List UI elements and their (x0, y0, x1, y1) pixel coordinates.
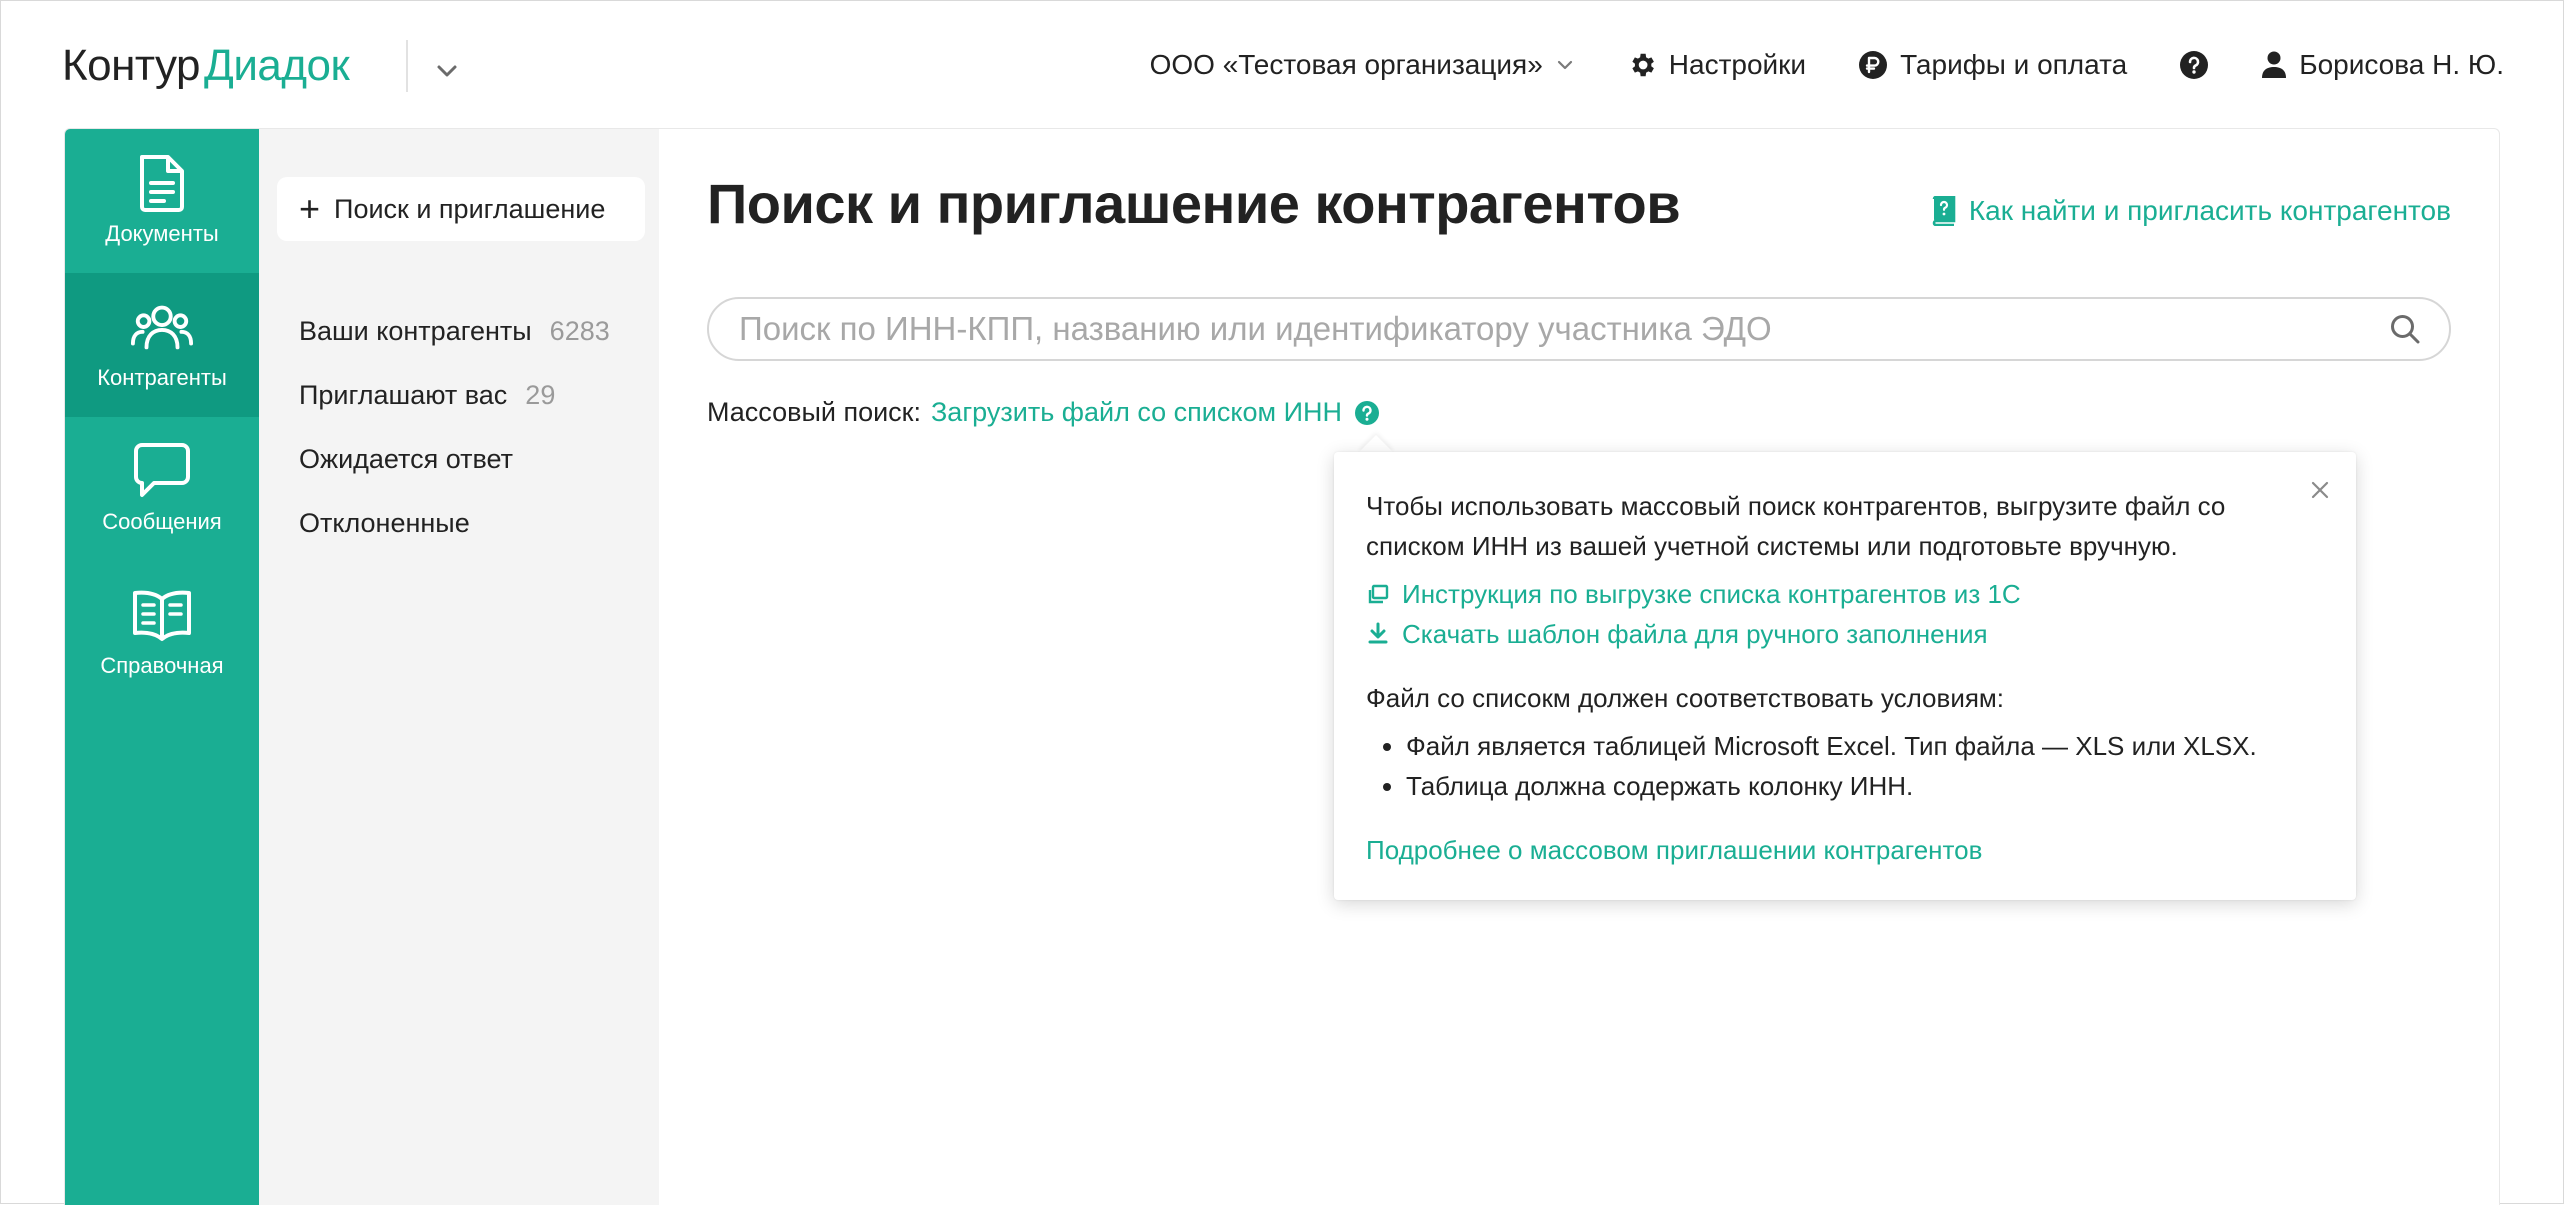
subnav-item-count: 6283 (549, 315, 610, 346)
question-circle-icon (2180, 51, 2209, 79)
subnav-item-awaiting-response[interactable]: Ожидается ответ (299, 427, 610, 491)
gear-icon (1632, 53, 1654, 77)
conditions-list: Файл является таблицей Microsoft Excel. … (1366, 726, 2324, 806)
copy-icon (1368, 584, 1389, 604)
instruction-1c-link[interactable]: Инструкция по выгрузке списка контрагент… (1366, 574, 2324, 614)
subnav-item-label: Ваши контрагенты (299, 315, 532, 346)
instruction-1c-label: Инструкция по выгрузке списка контрагент… (1402, 579, 2021, 609)
download-template-label: Скачать шаблон файла для ручного заполне… (1402, 619, 1988, 649)
tariffs-link[interactable]: Тарифы и оплата (1858, 49, 2127, 81)
rail-label-reference: Справочная (100, 653, 224, 678)
settings-label: Настройки (1668, 49, 1807, 80)
settings-link[interactable]: Настройки (1627, 49, 1806, 81)
condition-item: Файл является таблицей Microsoft Excel. … (1406, 726, 2324, 766)
rail-label-documents: Документы (105, 221, 219, 246)
logo-kontur: Контур (62, 41, 201, 90)
mass-search-help-popover: Чтобы использовать массовый поиск контра… (1334, 452, 2356, 900)
subnav-list: Ваши контрагенты 6283 Приглашают вас 29 … (299, 299, 610, 555)
book-icon (130, 583, 194, 647)
search-and-invite-button[interactable]: + Поиск и приглашение (277, 177, 645, 241)
logo-diadoc: Диадок (204, 41, 350, 90)
search-icon (2391, 315, 2420, 344)
subnav-item-your-counterparties[interactable]: Ваши контрагенты 6283 (299, 299, 610, 363)
counterparty-search-input[interactable] (709, 309, 2373, 349)
subnav-item-rejected[interactable]: Отклоненные (299, 491, 610, 555)
condition-item: Таблица должна содержать колонку ИНН. (1406, 766, 2324, 806)
subnav-item-label: Приглашают вас (299, 379, 508, 410)
close-icon[interactable] (2306, 476, 2334, 504)
counterparty-search-box (707, 297, 2451, 361)
mass-search-row: Массовый поиск: Загрузить файл со списко… (707, 397, 1380, 428)
subnav-item-inviting-you[interactable]: Приглашают вас 29 (299, 363, 610, 427)
user-menu[interactable]: Борисова Н. Ю. (2261, 49, 2504, 81)
rail-label-messages: Сообщения (102, 509, 222, 534)
rail-item-reference[interactable]: Справочная (65, 561, 259, 705)
mass-search-help-button[interactable] (1354, 400, 1380, 426)
how-to-find-link[interactable]: Как найти и пригласить контрагентов (1931, 195, 2451, 227)
main-nav-rail: Документы Контрагенты Сообщения Справочн… (65, 129, 259, 1205)
people-icon (130, 295, 194, 359)
chat-icon (130, 439, 194, 503)
download-icon (1368, 622, 1388, 644)
tariffs-label: Тарифы и оплата (1900, 49, 2128, 80)
mass-search-label: Массовый поиск: (707, 397, 921, 427)
mass-invite-details-link[interactable]: Подробнее о массовом приглашении контраг… (1366, 830, 2324, 870)
subnav-item-label: Отклоненные (299, 507, 470, 538)
products-chevron-down-icon[interactable] (432, 56, 462, 86)
rail-label-counterparties: Контрагенты (97, 365, 227, 390)
rail-item-counterparties[interactable]: Контрагенты (65, 273, 259, 417)
user-icon (2262, 51, 2287, 78)
counterparties-subnav: + Поиск и приглашение Ваши контрагенты 6… (259, 129, 659, 1205)
help-button[interactable] (2179, 50, 2209, 80)
plus-icon: + (299, 188, 321, 229)
user-name: Борисова Н. Ю. (2299, 49, 2504, 80)
ruble-icon (1859, 51, 1888, 79)
subnav-item-count: 29 (525, 379, 556, 410)
question-circle-icon (1354, 400, 1379, 425)
download-template-link[interactable]: Скачать шаблон файла для ручного заполне… (1366, 614, 2324, 654)
top-nav: ООО «Тестовая организация» Настройки Тар… (1150, 40, 2504, 90)
subnav-item-label: Ожидается ответ (299, 443, 514, 474)
popover-links: Инструкция по выгрузке списка контрагент… (1366, 574, 2324, 654)
top-header: КонтурДиадок ООО «Тестовая организация» … (0, 0, 2564, 128)
search-button[interactable] (2373, 299, 2437, 359)
rail-item-messages[interactable]: Сообщения (65, 417, 259, 561)
how-to-find-label: Как найти и пригласить контрагентов (1968, 195, 2451, 226)
document-icon (130, 151, 194, 215)
organization-name: ООО «Тестовая организация» (1149, 49, 1543, 80)
rail-item-documents[interactable]: Документы (65, 129, 259, 273)
search-and-invite-label: Поиск и приглашение (334, 193, 606, 224)
organization-selector[interactable]: ООО «Тестовая организация» (1150, 49, 1575, 81)
logo-divider (406, 40, 408, 92)
help-book-icon (1932, 196, 1956, 226)
app-logo[interactable]: КонтурДиадок (62, 38, 350, 94)
chevron-down-icon (1557, 60, 1572, 70)
popover-intro: Чтобы использовать массовый поиск контра… (1366, 491, 2226, 561)
conditions-title: Файл со списокм должен соответствовать у… (1366, 683, 2005, 713)
upload-inn-file-link[interactable]: Загрузить файл со списком ИНН (931, 397, 1342, 428)
page-title: Поиск и приглашение контрагентов (707, 172, 1681, 235)
